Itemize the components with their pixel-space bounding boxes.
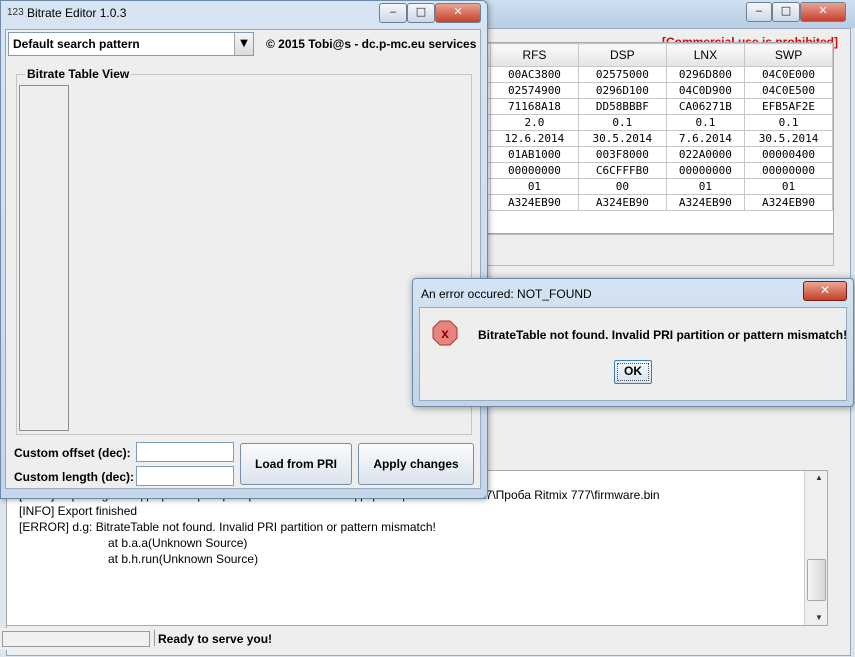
table-cell[interactable]: 0.1 [577,114,667,131]
table-cell[interactable]: 7.6.2014 [665,130,746,147]
table-cell[interactable]: 01 [744,178,833,195]
table-cell[interactable]: DD58BBBF [577,98,667,115]
chevron-down-icon[interactable]: ▼ [234,33,253,55]
table-cell[interactable]: A324EB90 [665,194,746,211]
bitrate-table-view-group: Bitrate Table View [16,67,472,435]
table-cell[interactable]: 04C0D900 [665,82,746,99]
error-dialog: An error occured: NOT_FOUND ✕ x BitrateT… [412,278,854,407]
table-row[interactable]: A324EB90 A324EB90 A324EB90 A324EB90 [487,194,833,211]
table-row[interactable]: 01 00 01 01 [487,178,833,195]
copyright-text: © 2015 Tobi@s - dc.p-mc.eu services [266,37,477,51]
load-from-pri-button[interactable]: Load from PRI [240,443,352,485]
log-line: at b.h.run(Unknown Source) [108,552,259,566]
status-text: Ready to serve you! [158,632,273,646]
table-cell[interactable]: C6CFFFB0 [577,162,667,179]
editor-minimize-button[interactable]: ‒ [379,3,407,23]
table-cell[interactable]: 0.1 [665,114,746,131]
table-row[interactable]: 02574900 0296D100 04C0D900 04C0E500 [487,82,833,99]
editor-maximize-button[interactable]: □ [407,3,435,23]
custom-length-label: Custom length (dec): [14,470,134,484]
group-title: Bitrate Table View [25,67,132,81]
table-cell[interactable]: 00000000 [665,162,746,179]
table-header-cell[interactable]: SWP [744,43,833,67]
status-bar: Ready to serve you! [0,628,843,650]
table-cell[interactable]: 0.1 [744,114,833,131]
table-row[interactable]: 12.6.2014 30.5.2014 7.6.2014 30.5.2014 [487,130,833,147]
table-cell[interactable]: 01 [665,178,746,195]
progress-bar [2,631,150,647]
svg-text:x: x [441,325,449,341]
editor-close-button[interactable]: ✕ [435,3,481,23]
app-icon: 123 [7,7,24,18]
table-cell[interactable]: 2.0 [490,114,579,131]
editor-client-area: Default search pattern ▼ © 2015 Tobi@s -… [5,29,481,489]
table-cell[interactable]: A324EB90 [744,194,833,211]
table-cell[interactable]: 30.5.2014 [577,130,667,147]
custom-offset-label: Custom offset (dec): [14,446,131,460]
table-cell[interactable]: 71168A18 [490,98,579,115]
table-header-cell[interactable]: DSP [577,43,667,67]
table-cell[interactable]: 02574900 [490,82,579,99]
dialog-message: BitrateTable not found. Invalid PRI part… [478,328,848,342]
table-cell[interactable]: 01 [490,178,579,195]
dialog-client-area: x BitrateTable not found. Invalid PRI pa… [419,307,847,401]
dialog-close-button[interactable]: ✕ [803,281,847,301]
main-maximize-button[interactable]: □ [772,2,800,22]
table-cell[interactable]: 02575000 [577,66,667,83]
search-pattern-value: Default search pattern [13,37,140,51]
table-row[interactable]: 00000000 C6CFFFB0 00000000 00000000 [487,162,833,179]
table-cell[interactable]: 022A0000 [665,146,746,163]
log-line: [INFO] Export finished [19,504,138,518]
scroll-up-icon[interactable]: ▲ [805,471,827,485]
table-row[interactable]: 00AC3800 02575000 0296D800 04C0E000 [487,66,833,83]
table-cell[interactable]: 30.5.2014 [744,130,833,147]
bitrate-editor-window: 123 Bitrate Editor 1.0.3 ‒ □ ✕ Default s… [0,0,488,499]
table-cell[interactable]: 00000000 [744,162,833,179]
table-row[interactable]: 2.0 0.1 0.1 0.1 [487,114,833,131]
table-cell[interactable]: 003F8000 [577,146,667,163]
error-icon: x [432,320,458,346]
main-minimize-button[interactable]: ‒ [746,2,772,22]
table-row[interactable]: 71168A18 DD58BBBF CA06271B EFB5AF2E [487,98,833,115]
table-header-cell[interactable]: LNX [665,43,746,67]
scroll-thumb[interactable] [807,559,826,601]
table-cell[interactable]: A324EB90 [490,194,579,211]
search-pattern-select[interactable]: Default search pattern ▼ [8,32,254,56]
table-cell[interactable]: 04C0E000 [744,66,833,83]
log-line: at b.a.a(Unknown Source) [108,536,248,550]
custom-length-input[interactable] [136,466,234,486]
table-row[interactable]: 01AB1000 003F8000 022A0000 00000400 [487,146,833,163]
editor-title: Bitrate Editor 1.0.3 [27,6,127,20]
bitrate-list[interactable] [19,85,69,431]
ok-button[interactable]: OK [614,360,652,384]
custom-offset-input[interactable] [136,442,234,462]
table-cell[interactable]: CA06271B [665,98,746,115]
table-cell[interactable]: EFB5AF2E [744,98,833,115]
table-header-row: RFS DSP LNX SWP [487,43,833,67]
bitrate-table[interactable]: RFS DSP LNX SWP 00AC3800 02575000 0296D800 04C… [486,42,834,234]
table-cell[interactable]: 0296D100 [577,82,667,99]
status-divider [154,630,155,646]
table-cell[interactable]: 00000400 [744,146,833,163]
log-line: [ERROR] d.g: BitrateTable not found. Inv… [19,520,436,534]
apply-changes-button[interactable]: Apply changes [358,443,474,485]
table-cell[interactable]: A324EB90 [577,194,667,211]
table-cell[interactable]: 12.6.2014 [490,130,579,147]
table-cell[interactable]: 00AC3800 [490,66,579,83]
editor-titlebar[interactable]: 123 Bitrate Editor 1.0.3 ‒ □ ✕ [1,1,487,27]
dialog-title: An error occured: NOT_FOUND [421,287,592,301]
table-cell[interactable]: 00000000 [490,162,579,179]
table-cell[interactable]: 01AB1000 [490,146,579,163]
table-cell[interactable]: 04C0E500 [744,82,833,99]
table-header-cell[interactable]: RFS [490,43,579,67]
table-cell[interactable]: 0296D800 [665,66,746,83]
table-empty-panel [486,234,834,266]
scroll-down-icon[interactable]: ▼ [805,611,827,625]
main-close-button[interactable]: ✕ [800,2,846,22]
log-scrollbar[interactable]: ▲ ▼ [804,471,827,625]
table-cell[interactable]: 00 [577,178,667,195]
